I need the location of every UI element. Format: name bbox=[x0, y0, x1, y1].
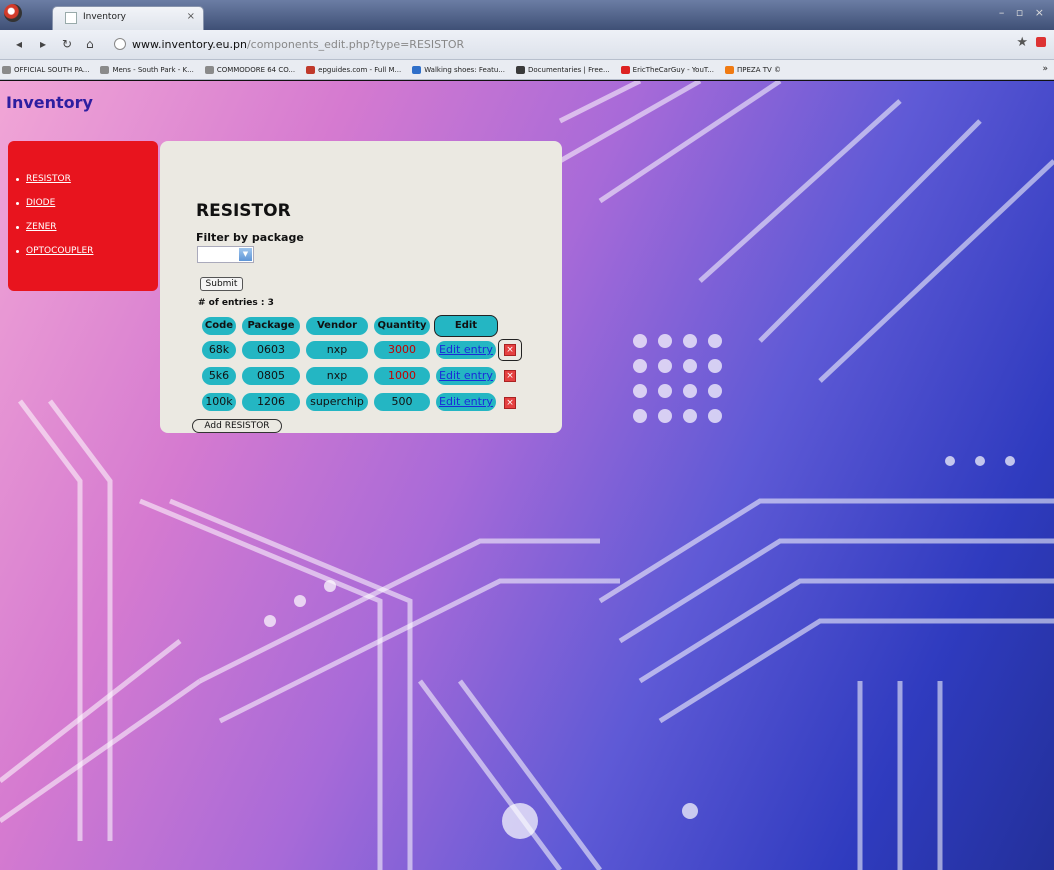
browser-navbar: ◂ ▸ ↻ ⌂ www.inventory.eu.pn/components_e… bbox=[0, 30, 1054, 60]
back-arrow-icon[interactable]: ◂ bbox=[16, 37, 22, 51]
chevron-down-icon[interactable]: ▼ bbox=[239, 248, 252, 261]
address-bar[interactable]: www.inventory.eu.pn/components_edit.php?… bbox=[112, 35, 992, 55]
add-resistor-button[interactable]: Add RESISTOR bbox=[192, 419, 282, 433]
table-cell-vendor: nxp bbox=[306, 341, 368, 359]
bookmark-label: Documentaries | Free... bbox=[528, 65, 610, 74]
browser-tab[interactable]: Inventory × bbox=[52, 6, 204, 30]
url-domain: www.inventory.eu.pn bbox=[132, 38, 247, 51]
bookmark-item[interactable]: ΠΡΕΖΑ TV © bbox=[725, 65, 782, 74]
bookmark-star-icon[interactable]: ★ bbox=[1016, 35, 1028, 50]
table-cell-code: 68k bbox=[202, 341, 236, 359]
table-cell-vendor: nxp bbox=[306, 367, 368, 385]
bookmark-favicon-icon bbox=[516, 65, 525, 74]
bookmark-favicon-icon bbox=[725, 65, 735, 74]
bookmarks-bar: OFFICIAL SOUTH PA... Mens - South Park - … bbox=[0, 60, 1054, 80]
sidebar-item-label[interactable]: RESISTOR bbox=[26, 174, 71, 184]
bullet-icon bbox=[16, 225, 19, 229]
table-cell-quantity: 1000 bbox=[374, 367, 430, 385]
components-panel: RESISTOR Filter by package ▼ Submit # of… bbox=[160, 141, 562, 433]
window-controls[interactable]: – ▫ × bbox=[999, 6, 1048, 19]
url-path: /components_edit.php?type=RESISTOR bbox=[246, 38, 465, 51]
sidebar-item-diode[interactable]: DIODE bbox=[16, 198, 93, 208]
tab-title: Inventory bbox=[83, 12, 126, 22]
sidebar-item-resistor[interactable]: RESISTOR bbox=[16, 174, 93, 184]
edit-entry-link[interactable]: Edit entry bbox=[436, 393, 496, 411]
tab-close-icon[interactable]: × bbox=[187, 11, 195, 22]
forward-arrow-icon[interactable]: ▸ bbox=[40, 37, 46, 51]
home-icon[interactable]: ⌂ bbox=[86, 37, 94, 51]
bookmark-item[interactable]: EricTheCarGuy - YouT... bbox=[620, 65, 715, 74]
browser-logo-icon[interactable] bbox=[4, 4, 22, 22]
column-header-quantity: Quantity bbox=[374, 317, 430, 335]
bookmark-label: Mens - South Park - K... bbox=[112, 65, 194, 74]
sidebar-item-label[interactable]: DIODE bbox=[26, 198, 55, 208]
bookmark-label: epguides.com - Full M... bbox=[318, 65, 402, 74]
column-header-edit: Edit bbox=[434, 315, 498, 337]
column-header-vendor: Vendor bbox=[306, 317, 368, 335]
bullet-icon bbox=[16, 249, 19, 253]
page-content: Inventory RESISTOR DIODE ZENER OPTOCOUPL… bbox=[0, 81, 1054, 870]
edit-entry-link[interactable]: Edit entry bbox=[436, 367, 496, 385]
bookmark-label: Walking shoes: Featu... bbox=[424, 65, 505, 74]
bookmarks-overflow-icon[interactable]: » bbox=[1042, 64, 1048, 74]
submit-button[interactable]: Submit bbox=[200, 277, 243, 291]
bookmark-favicon-icon bbox=[2, 65, 11, 74]
tab-favicon-icon bbox=[65, 12, 77, 24]
bookmark-item[interactable]: COMMODORE 64 CO... bbox=[204, 65, 296, 74]
bookmark-item[interactable]: Mens - South Park - K... bbox=[100, 65, 194, 74]
delete-icon[interactable]: × bbox=[504, 344, 516, 356]
table-cell-quantity: 500 bbox=[374, 393, 430, 411]
bookmark-item[interactable]: OFFICIAL SOUTH PA... bbox=[2, 65, 90, 74]
bookmark-item[interactable]: Walking shoes: Featu... bbox=[412, 65, 505, 74]
sidebar: RESISTOR DIODE ZENER OPTOCOUPLER bbox=[8, 141, 158, 291]
bookmark-favicon-icon bbox=[100, 65, 110, 74]
bookmark-favicon-icon bbox=[204, 65, 214, 74]
sidebar-item-label[interactable]: ZENER bbox=[26, 222, 57, 232]
table-cell-package: 0805 bbox=[242, 367, 300, 385]
bookmark-favicon-icon bbox=[412, 65, 422, 74]
bullet-icon bbox=[16, 177, 19, 181]
column-header-code: Code bbox=[202, 317, 236, 335]
browser-titlebar: Inventory × – ▫ × bbox=[0, 0, 1054, 30]
table-cell-vendor: superchip bbox=[306, 393, 368, 411]
sidebar-item-optocoupler[interactable]: OPTOCOUPLER bbox=[16, 246, 93, 256]
bookmark-favicon-icon bbox=[306, 65, 316, 74]
table-cell-code: 5k6 bbox=[202, 367, 236, 385]
table-cell-package: 0603 bbox=[242, 341, 300, 359]
bookmark-label: COMMODORE 64 CO... bbox=[216, 65, 296, 74]
reload-icon[interactable]: ↻ bbox=[62, 37, 72, 51]
sidebar-item-label[interactable]: OPTOCOUPLER bbox=[26, 246, 93, 256]
site-title[interactable]: Inventory bbox=[6, 93, 93, 112]
sidebar-item-zener[interactable]: ZENER bbox=[16, 222, 93, 232]
table-cell-quantity: 3000 bbox=[374, 341, 430, 359]
table-cell-code: 100k bbox=[202, 393, 236, 411]
bullet-icon bbox=[16, 201, 19, 205]
bookmark-item[interactable]: Documentaries | Free... bbox=[516, 65, 610, 74]
edit-entry-link[interactable]: Edit entry bbox=[436, 341, 496, 359]
bookmark-label: ΠΡΕΖΑ TV © bbox=[737, 65, 782, 74]
filter-label: Filter by package bbox=[196, 231, 304, 244]
entries-count: # of entries : 3 bbox=[198, 298, 274, 308]
browser-menu-icon[interactable] bbox=[1036, 37, 1046, 47]
bookmark-item[interactable]: epguides.com - Full M... bbox=[306, 65, 402, 74]
column-header-package: Package bbox=[242, 317, 300, 335]
table-cell-package: 1206 bbox=[242, 393, 300, 411]
page-heading: RESISTOR bbox=[196, 201, 291, 221]
delete-icon[interactable]: × bbox=[504, 397, 516, 409]
bookmark-favicon-icon bbox=[620, 65, 630, 74]
package-filter-select[interactable]: ▼ bbox=[197, 246, 254, 263]
bookmark-label: OFFICIAL SOUTH PA... bbox=[14, 65, 90, 74]
page-info-icon[interactable] bbox=[114, 38, 126, 50]
bookmark-label: EricTheCarGuy - YouT... bbox=[632, 65, 715, 74]
delete-icon[interactable]: × bbox=[504, 370, 516, 382]
